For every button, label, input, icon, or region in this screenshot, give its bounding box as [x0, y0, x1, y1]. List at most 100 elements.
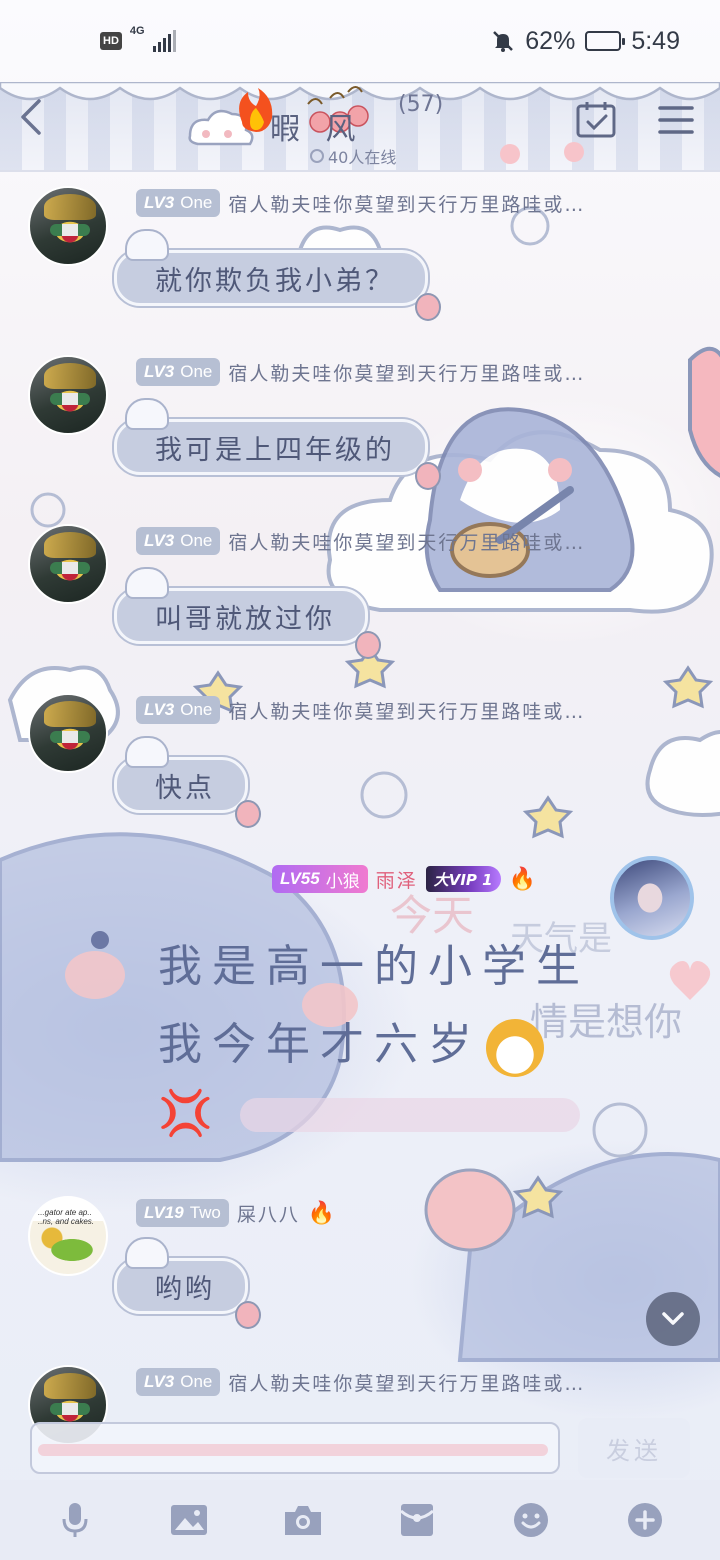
level-badge[interactable]: LV3 One: [136, 189, 221, 217]
scroll-to-bottom-button[interactable]: [646, 1292, 700, 1346]
input-decoration: [38, 1444, 548, 1456]
level-text: LV3: [144, 193, 175, 212]
message-bubble[interactable]: 叫哥就放过你: [114, 567, 381, 659]
message-input[interactable]: [30, 1422, 560, 1474]
online-indicator-icon: [310, 149, 324, 163]
input-toolbar: [0, 1480, 720, 1560]
hamburger-menu-icon: [658, 106, 694, 134]
camera-button[interactable]: [273, 1490, 333, 1550]
sender-nickname[interactable]: 宿人勒夫哇你莫望到天行万里路哇或…: [228, 359, 585, 386]
level-badge[interactable]: LV19 Two: [136, 1199, 229, 1227]
battery-icon: [585, 31, 626, 51]
level-title: 小狼: [325, 871, 360, 891]
level-title: One: [180, 362, 213, 381]
sender-nickname[interactable]: 宿人勒夫哇你莫望到天行万里路哇或…: [228, 1369, 585, 1396]
fire-icon: 🔥: [508, 866, 536, 892]
level-text: LV19: [144, 1203, 184, 1222]
avatar[interactable]: [28, 355, 108, 435]
avatar[interactable]: ...gator ate ap.. ..ns, and cakes.: [28, 1196, 108, 1276]
message-text: 就你欺负我小弟？: [155, 265, 395, 297]
message-meta: LV3 One 宿人勒夫哇你莫望到天行万里路哇或…: [136, 526, 585, 556]
message-meta: LV3 One 宿人勒夫哇你莫望到天行万里路哇或…: [136, 188, 585, 218]
signal-icon: [152, 30, 176, 52]
level-badge[interactable]: LV3 One: [136, 358, 221, 386]
level-title: Two: [189, 1203, 221, 1222]
level-badge[interactable]: LV55 小狼: [272, 865, 368, 893]
avatar[interactable]: [28, 693, 108, 773]
back-button[interactable]: [10, 95, 50, 139]
group-title: 暇 风: [270, 112, 364, 147]
status-bar: HD 4G 62% 5:49: [0, 0, 720, 82]
emoji-button[interactable]: [501, 1490, 561, 1550]
status-bar-left: HD 4G: [100, 26, 176, 52]
clock: 5:49: [631, 26, 680, 55]
avatar[interactable]: [28, 524, 108, 604]
plus-icon: [628, 1503, 662, 1537]
sender-nickname[interactable]: 雨泽: [376, 866, 418, 893]
message-bubble[interactable]: 就你欺负我小弟？: [114, 229, 441, 321]
message-meta: LV3 One 宿人勒夫哇你莫望到天行万里路哇或…: [136, 1367, 585, 1397]
level-badge[interactable]: LV3 One: [136, 696, 221, 724]
send-button[interactable]: 发送: [578, 1418, 690, 1478]
background-doodles: 今天 天气是 情是想你: [0, 206, 720, 1362]
image-button[interactable]: [159, 1490, 219, 1550]
message-meta: LV3 One 宿人勒夫哇你莫望到天行万里路哇或…: [136, 357, 585, 387]
message-bubble[interactable]: 哟哟: [114, 1237, 261, 1329]
input-row: 发送: [0, 1408, 720, 1480]
message-bubble[interactable]: 我可是上四年级的: [114, 398, 441, 490]
avatar[interactable]: [28, 186, 108, 266]
anger-emoji-icon: 💢: [158, 1088, 223, 1139]
self-message-line-1: 我是高一的小学生: [158, 941, 590, 992]
more-button[interactable]: [615, 1490, 675, 1550]
mute-bell-icon: [493, 31, 514, 52]
message-text: 我可是上四年级的: [155, 434, 395, 466]
network-type: 4G: [129, 25, 145, 37]
level-title: One: [180, 700, 213, 719]
sender-nickname[interactable]: 宿人勒夫哇你莫望到天行万里路哇或…: [228, 190, 585, 217]
level-text: LV55: [280, 869, 320, 888]
microphone-icon: [62, 1503, 88, 1537]
red-packet-icon: [400, 1504, 434, 1536]
emoji-icon: [514, 1503, 548, 1537]
image-icon: [171, 1505, 207, 1535]
checkin-button[interactable]: [574, 100, 618, 140]
level-title: One: [180, 1372, 213, 1391]
self-message-meta: LV55 小狼 雨泽 大VIP 1 🔥: [272, 864, 536, 894]
chevron-down-icon: [662, 1312, 684, 1325]
message-meta: LV3 One 宿人勒夫哇你莫望到天行万里路哇或…: [136, 695, 585, 725]
red-packet-button[interactable]: [387, 1490, 447, 1550]
level-badge[interactable]: LV3 One: [136, 527, 221, 555]
fire-icon: 🔥: [307, 1200, 336, 1226]
online-count: 40人在线: [328, 148, 397, 167]
battery-percent: 62%: [525, 26, 576, 55]
message-meta: LV19 Two 屎八八 🔥: [136, 1198, 335, 1228]
self-message-line-2: 我今年才六岁: [158, 1019, 482, 1070]
sender-nickname[interactable]: 宿人勒夫哇你莫望到天行万里路哇或…: [228, 697, 585, 724]
level-title: One: [180, 531, 213, 550]
voice-button[interactable]: [45, 1490, 105, 1550]
chat-title-area[interactable]: 暇 风 (57) 40人在线: [180, 86, 480, 168]
camera-icon: [285, 1506, 321, 1535]
level-title: One: [180, 193, 213, 212]
vip-badge[interactable]: 大VIP 1: [425, 866, 501, 892]
level-text: LV3: [144, 700, 175, 719]
back-arrow-icon: [21, 99, 41, 135]
sender-nickname[interactable]: 屎八八: [237, 1200, 300, 1227]
header-flowers: [500, 142, 584, 164]
message-text: 快点: [155, 772, 215, 804]
level-text: LV3: [144, 1372, 175, 1391]
menu-button[interactable]: [656, 100, 700, 140]
hd-badge: HD: [100, 32, 122, 50]
sender-nickname[interactable]: 宿人勒夫哇你莫望到天行万里路哇或…: [228, 528, 585, 555]
level-badge[interactable]: LV3 One: [136, 1368, 221, 1396]
self-message-bubble[interactable]: 我是高一的小学生 我今年才六岁 💢: [158, 928, 698, 1144]
message-text: 叫哥就放过你: [155, 603, 335, 635]
message-text: 哟哟: [155, 1273, 215, 1305]
calendar-check-icon: [576, 102, 616, 138]
level-text: LV3: [144, 531, 175, 550]
online-status: 40人在线: [310, 144, 396, 168]
dog-emoji-icon: [486, 1018, 544, 1077]
status-bar-right: 62% 5:49: [491, 27, 680, 56]
message-bubble[interactable]: 快点: [114, 736, 261, 828]
member-count: (57): [398, 92, 444, 117]
